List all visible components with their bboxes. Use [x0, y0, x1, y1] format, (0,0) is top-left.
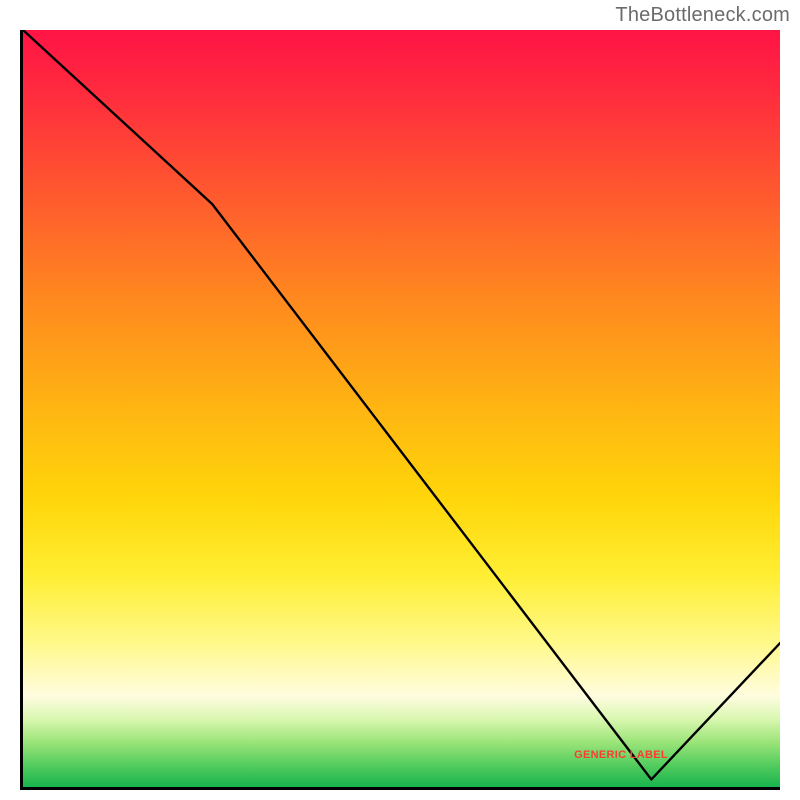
chart-plot-area: GENERIC LABEL: [20, 30, 780, 790]
chart-series-line: [23, 30, 780, 779]
chart-line-layer: [23, 30, 780, 787]
attribution-text: TheBottleneck.com: [615, 4, 790, 27]
chart-annotation-label: GENERIC LABEL: [574, 749, 668, 761]
